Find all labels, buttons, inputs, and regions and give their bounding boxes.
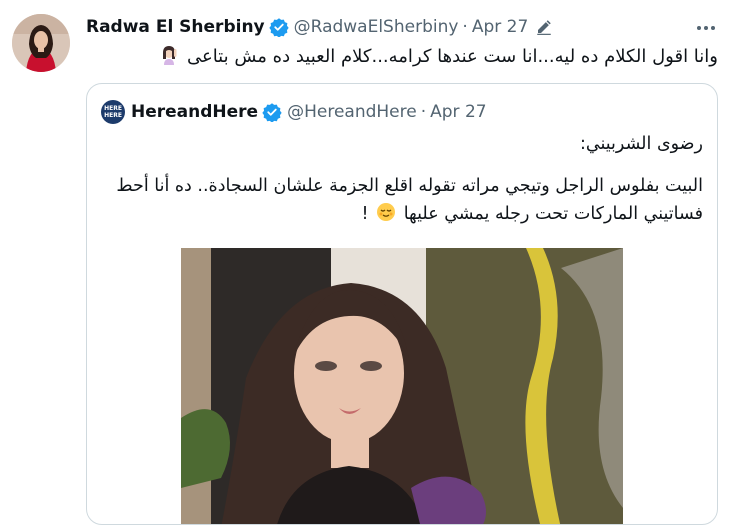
- verified-badge-icon: [262, 102, 282, 123]
- separator-dot: ·: [462, 17, 468, 37]
- tweet-header: Radwa El Sherbiny @RadwaElSherbiny · Apr…: [86, 15, 553, 39]
- verified-badge-icon: [268, 17, 289, 38]
- quoted-avatar-line: HERE: [104, 112, 122, 119]
- quoted-author-avatar[interactable]: HERE HERE: [101, 100, 125, 124]
- author-name[interactable]: Radwa El Sherbiny: [86, 17, 265, 37]
- quoted-line-3: فساتيني الماركات تحت رجله يمشي عليها !: [103, 200, 703, 228]
- separator-dot: ·: [420, 102, 427, 122]
- tweet-text: وانا اقول الكلام ده ليه...انا ست عندها ك…: [86, 43, 718, 71]
- quoted-line: رضوى الشربيني:: [580, 134, 703, 154]
- quoted-tweet-card[interactable]: HERE HERE HereandHere @HereandHere · Apr…: [86, 83, 718, 525]
- quoted-tweet-text: رضوى الشربيني: البيت بفلوس الراجل وتيجي …: [103, 130, 703, 228]
- quoted-tweet-header: HERE HERE HereandHere @HereandHere · Apr…: [101, 100, 487, 124]
- quoted-line-suffix: !: [361, 204, 369, 224]
- quoted-author-name[interactable]: HereandHere: [131, 102, 258, 122]
- pencil-icon[interactable]: [535, 18, 553, 36]
- woman-raising-hand-emoji: [159, 45, 179, 65]
- quoted-avatar-line: HERE: [104, 105, 122, 112]
- relieved-face-emoji: [376, 202, 396, 222]
- author-handle[interactable]: @RadwaElSherbiny: [294, 17, 459, 37]
- tweet-body: وانا اقول الكلام ده ليه...انا ست عندها ك…: [186, 46, 718, 67]
- quoted-tweet-image[interactable]: [181, 248, 623, 524]
- author-avatar[interactable]: [12, 14, 70, 72]
- quoted-tweet-date[interactable]: Apr 27: [430, 102, 486, 122]
- quoted-author-handle[interactable]: @HereandHere: [287, 102, 417, 122]
- tweet-date[interactable]: Apr 27: [472, 17, 528, 37]
- quoted-line: البيت بفلوس الراجل وتيجي مراته تقوله اقل…: [116, 176, 703, 196]
- more-horizontal-icon[interactable]: [696, 20, 716, 34]
- quoted-line: فساتيني الماركات تحت رجله يمشي عليها: [403, 204, 703, 224]
